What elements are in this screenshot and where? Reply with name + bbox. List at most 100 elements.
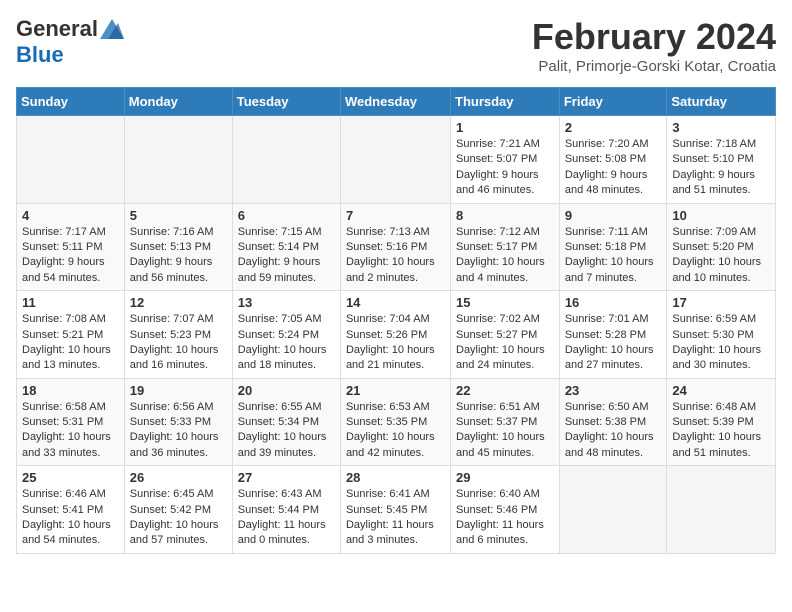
- weekday-header: Tuesday: [232, 88, 340, 116]
- day-info: Sunrise: 7:13 AMSunset: 5:16 PMDaylight:…: [346, 225, 445, 287]
- calendar-cell: 1 Sunrise: 7:21 AMSunset: 5:07 PMDaylight…: [451, 116, 560, 204]
- logo: General Blue: [16, 16, 124, 68]
- day-number: 13: [238, 295, 335, 310]
- calendar-cell: 7 Sunrise: 7:13 AMSunset: 5:16 PMDaylight…: [340, 203, 450, 291]
- calendar-cell: 16 Sunrise: 7:01 AMSunset: 5:28 PMDayligh…: [559, 291, 667, 379]
- calendar-cell: 27 Sunrise: 6:43 AMSunset: 5:44 PMDayligh…: [232, 466, 340, 554]
- calendar-cell: 9 Sunrise: 7:11 AMSunset: 5:18 PMDaylight…: [559, 203, 667, 291]
- calendar-cell: 22 Sunrise: 6:51 AMSunset: 5:37 PMDayligh…: [451, 378, 560, 466]
- day-number: 24: [672, 383, 770, 398]
- day-info: Sunrise: 6:59 AMSunset: 5:30 PMDaylight:…: [672, 312, 770, 374]
- calendar-cell: [667, 466, 776, 554]
- weekday-header: Friday: [559, 88, 667, 116]
- day-number: 9: [565, 208, 662, 223]
- day-number: 25: [22, 470, 119, 485]
- calendar-cell: 14 Sunrise: 7:04 AMSunset: 5:26 PMDayligh…: [340, 291, 450, 379]
- logo-general-text: General: [16, 16, 98, 42]
- calendar-cell: 11 Sunrise: 7:08 AMSunset: 5:21 PMDayligh…: [17, 291, 125, 379]
- calendar-cell: 5Sunrise: 7:16 AMSunset: 5:13 PMDaylight…: [124, 203, 232, 291]
- calendar-cell: 20 Sunrise: 6:55 AMSunset: 5:34 PMDayligh…: [232, 378, 340, 466]
- calendar-cell: [124, 116, 232, 204]
- location-title: Palit, Primorje-Gorski Kotar, Croatia: [532, 58, 776, 75]
- day-info: Sunrise: 6:53 AMSunset: 5:35 PMDaylight:…: [346, 400, 445, 462]
- calendar-cell: 28 Sunrise: 6:41 AMSunset: 5:45 PMDayligh…: [340, 466, 450, 554]
- day-info: Sunrise: 7:15 AMSunset: 5:14 PMDaylight:…: [238, 225, 335, 287]
- day-info: Sunrise: 7:01 AMSunset: 5:28 PMDaylight:…: [565, 312, 662, 374]
- calendar-cell: 6Sunrise: 7:15 AMSunset: 5:14 PMDaylight…: [232, 203, 340, 291]
- day-info: Sunrise: 6:45 AMSunset: 5:42 PMDaylight:…: [130, 487, 227, 549]
- day-info: Sunrise: 7:05 AMSunset: 5:24 PMDaylight:…: [238, 312, 335, 374]
- day-number: 18: [22, 383, 119, 398]
- day-info: Sunrise: 6:46 AMSunset: 5:41 PMDaylight:…: [22, 487, 119, 549]
- day-info: Sunrise: 7:17 AMSunset: 5:11 PMDaylight:…: [22, 225, 119, 287]
- day-number: 17: [672, 295, 770, 310]
- title-area: February 2024 Palit, Primorje-Gorski Kot…: [532, 16, 776, 75]
- calendar-cell: 24 Sunrise: 6:48 AMSunset: 5:39 PMDayligh…: [667, 378, 776, 466]
- calendar-cell: [559, 466, 667, 554]
- day-info: Sunrise: 6:40 AMSunset: 5:46 PMDaylight:…: [456, 487, 554, 549]
- day-number: 3: [672, 120, 770, 135]
- day-number: 29: [456, 470, 554, 485]
- day-number: 26: [130, 470, 227, 485]
- day-info: Sunrise: 6:41 AMSunset: 5:45 PMDaylight:…: [346, 487, 445, 549]
- calendar-cell: 15 Sunrise: 7:02 AMSunset: 5:27 PMDayligh…: [451, 291, 560, 379]
- day-number: 27: [238, 470, 335, 485]
- month-title: February 2024: [532, 16, 776, 58]
- day-number: 16: [565, 295, 662, 310]
- day-number: 12: [130, 295, 227, 310]
- calendar-cell: 3 Sunrise: 7:18 AMSunset: 5:10 PMDaylight…: [667, 116, 776, 204]
- day-number: 4: [22, 208, 119, 223]
- calendar-table: SundayMondayTuesdayWednesdayThursdayFrid…: [16, 87, 776, 554]
- day-info: Sunrise: 6:48 AMSunset: 5:39 PMDaylight:…: [672, 400, 770, 462]
- calendar-cell: 19 Sunrise: 6:56 AMSunset: 5:33 PMDayligh…: [124, 378, 232, 466]
- calendar-week-row: 1 Sunrise: 7:21 AMSunset: 5:07 PMDaylight…: [17, 116, 776, 204]
- day-info: Sunrise: 7:02 AMSunset: 5:27 PMDaylight:…: [456, 312, 554, 374]
- day-info: Sunrise: 6:51 AMSunset: 5:37 PMDaylight:…: [456, 400, 554, 462]
- day-number: 28: [346, 470, 445, 485]
- day-info: Sunrise: 6:43 AMSunset: 5:44 PMDaylight:…: [238, 487, 335, 549]
- calendar-week-row: 18 Sunrise: 6:58 AMSunset: 5:31 PMDayligh…: [17, 378, 776, 466]
- day-number: 2: [565, 120, 662, 135]
- day-info: Sunrise: 6:50 AMSunset: 5:38 PMDaylight:…: [565, 400, 662, 462]
- day-info: Sunrise: 6:56 AMSunset: 5:33 PMDaylight:…: [130, 400, 227, 462]
- logo-blue-text: Blue: [16, 42, 64, 68]
- calendar-cell: [17, 116, 125, 204]
- calendar-cell: 4 Sunrise: 7:17 AMSunset: 5:11 PMDaylight…: [17, 203, 125, 291]
- day-number: 15: [456, 295, 554, 310]
- calendar-cell: 13 Sunrise: 7:05 AMSunset: 5:24 PMDayligh…: [232, 291, 340, 379]
- calendar-cell: 17 Sunrise: 6:59 AMSunset: 5:30 PMDayligh…: [667, 291, 776, 379]
- day-info: Sunrise: 7:20 AMSunset: 5:08 PMDaylight:…: [565, 137, 662, 199]
- day-number: 14: [346, 295, 445, 310]
- calendar-cell: 12Sunrise: 7:07 AMSunset: 5:23 PMDayligh…: [124, 291, 232, 379]
- day-number: 20: [238, 383, 335, 398]
- calendar-cell: 26 Sunrise: 6:45 AMSunset: 5:42 PMDayligh…: [124, 466, 232, 554]
- calendar-header-row: SundayMondayTuesdayWednesdayThursdayFrid…: [17, 88, 776, 116]
- day-info: Sunrise: 7:08 AMSunset: 5:21 PMDaylight:…: [22, 312, 119, 374]
- day-number: 22: [456, 383, 554, 398]
- day-info: Sunrise: 7:11 AMSunset: 5:18 PMDaylight:…: [565, 225, 662, 287]
- weekday-header: Wednesday: [340, 88, 450, 116]
- day-number: 21: [346, 383, 445, 398]
- calendar-cell: 29 Sunrise: 6:40 AMSunset: 5:46 PMDayligh…: [451, 466, 560, 554]
- weekday-header: Monday: [124, 88, 232, 116]
- weekday-header: Thursday: [451, 88, 560, 116]
- day-number: 1: [456, 120, 554, 135]
- day-info: Sunrise: 6:58 AMSunset: 5:31 PMDaylight:…: [22, 400, 119, 462]
- calendar-cell: 21 Sunrise: 6:53 AMSunset: 5:35 PMDayligh…: [340, 378, 450, 466]
- day-info: Sunrise: 7:21 AMSunset: 5:07 PMDaylight:…: [456, 137, 554, 199]
- day-info: Sunrise: 6:55 AMSunset: 5:34 PMDaylight:…: [238, 400, 335, 462]
- day-info: Sunrise: 7:04 AMSunset: 5:26 PMDaylight:…: [346, 312, 445, 374]
- day-number: 11: [22, 295, 119, 310]
- calendar-week-row: 11 Sunrise: 7:08 AMSunset: 5:21 PMDayligh…: [17, 291, 776, 379]
- logo-icon: [100, 19, 124, 39]
- day-number: 10: [672, 208, 770, 223]
- day-number: 5: [130, 208, 227, 223]
- calendar-cell: 25 Sunrise: 6:46 AMSunset: 5:41 PMDayligh…: [17, 466, 125, 554]
- day-number: 7: [346, 208, 445, 223]
- weekday-header: Sunday: [17, 88, 125, 116]
- calendar-cell: 18 Sunrise: 6:58 AMSunset: 5:31 PMDayligh…: [17, 378, 125, 466]
- page-header: General Blue February 2024 Palit, Primor…: [16, 16, 776, 75]
- day-number: 19: [130, 383, 227, 398]
- day-number: 8: [456, 208, 554, 223]
- day-info: Sunrise: 7:18 AMSunset: 5:10 PMDaylight:…: [672, 137, 770, 199]
